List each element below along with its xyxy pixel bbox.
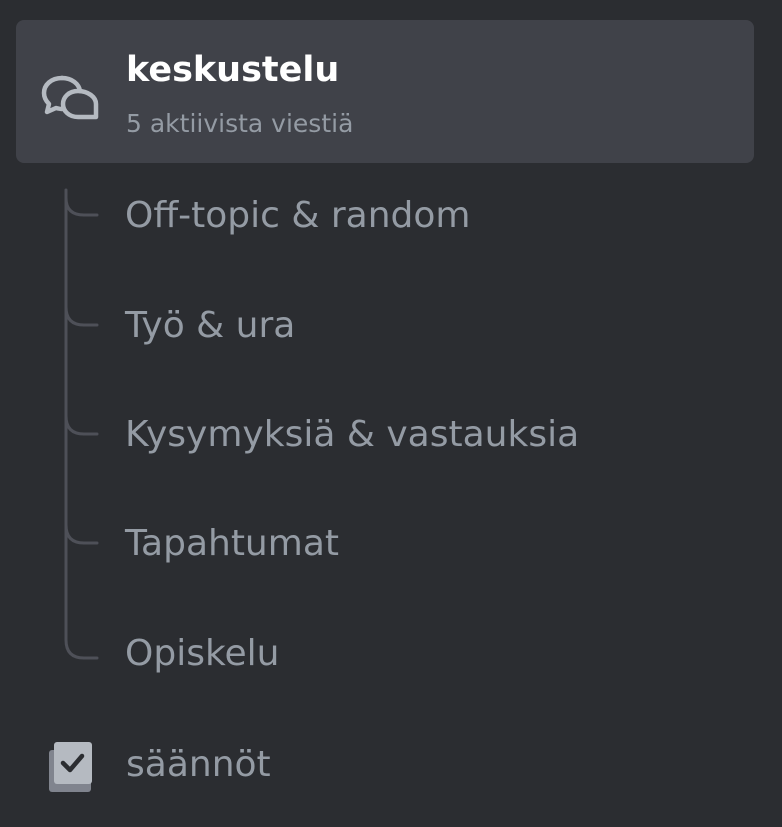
thread-label: Off-topic & random: [125, 195, 471, 236]
thread-label: Kysymyksiä & vastauksia: [125, 414, 580, 455]
rules-channel-name: säännöt: [126, 744, 271, 785]
thread-label: Opiskelu: [125, 633, 280, 674]
thread-item-off-topic[interactable]: Off-topic & random: [110, 170, 730, 260]
thread-item-tyo-ura[interactable]: Työ & ura: [110, 280, 730, 370]
forum-channel-subtitle: 5 aktiivista viestiä: [126, 109, 354, 138]
thread-item-opiskelu[interactable]: Opiskelu: [110, 608, 730, 698]
rules-channel-saannot[interactable]: säännöt: [16, 720, 754, 812]
forum-chat-bubbles-icon: [41, 75, 99, 120]
thread-label: Työ & ura: [125, 305, 296, 346]
forum-channel-keskustelu[interactable]: keskustelu 5 aktiivista viestiä: [16, 20, 754, 163]
channel-list: keskustelu 5 aktiivista viestiä Off-topi…: [0, 0, 782, 827]
thread-label: Tapahtumat: [125, 523, 339, 564]
thread-item-kysymyksia[interactable]: Kysymyksiä & vastauksia: [110, 389, 730, 479]
forum-channel-name: keskustelu: [126, 50, 340, 90]
rules-checkbook-icon: [49, 742, 92, 792]
thread-item-tapahtumat[interactable]: Tapahtumat: [110, 498, 730, 588]
